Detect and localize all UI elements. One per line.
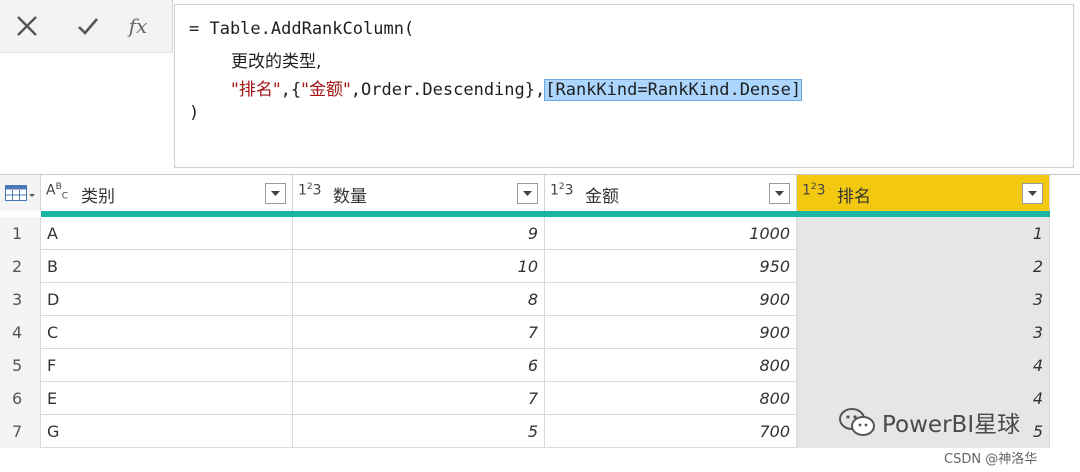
- quantity-cell[interactable]: 9: [293, 217, 545, 250]
- rank-cell[interactable]: 2: [797, 250, 1050, 283]
- rank-cell[interactable]: 3: [797, 316, 1050, 349]
- table-icon: [5, 185, 35, 201]
- formula-line-2: 更改的类型,: [231, 52, 322, 72]
- category-cell[interactable]: D: [41, 283, 293, 316]
- table-row[interactable]: 4 C 7 900 3: [0, 316, 1050, 349]
- amount-cell[interactable]: 900: [545, 316, 797, 349]
- column-name: 金额: [585, 187, 619, 207]
- row-number[interactable]: 4: [0, 316, 41, 349]
- table-row[interactable]: 3 D 8 900 3: [0, 283, 1050, 316]
- cancel-icon[interactable]: [11, 10, 43, 42]
- chevron-down-icon: [271, 190, 280, 196]
- formula-separator: ,{: [280, 80, 302, 100]
- rank-cell[interactable]: 4: [797, 349, 1050, 382]
- amount-cell[interactable]: 800: [545, 382, 797, 415]
- rank-cell[interactable]: 1: [797, 217, 1050, 250]
- quantity-cell[interactable]: 7: [293, 382, 545, 415]
- table-row[interactable]: 2 B 10 950 2: [0, 250, 1050, 283]
- category-cell[interactable]: B: [41, 250, 293, 283]
- column-header-category[interactable]: ABC 类别: [41, 175, 293, 211]
- filter-dropdown-button[interactable]: [517, 183, 538, 204]
- formula-area: fx = Table.AddRankColumn( 更改的类型, "排名",{"…: [0, 0, 1080, 172]
- amount-cell[interactable]: 800: [545, 349, 797, 382]
- amount-cell[interactable]: 900: [545, 283, 797, 316]
- fx-icon[interactable]: fx: [122, 10, 154, 42]
- filter-dropdown-button[interactable]: [1022, 183, 1043, 204]
- filter-dropdown-button[interactable]: [265, 183, 286, 204]
- number-type-icon: 123: [802, 182, 826, 199]
- number-type-icon: 123: [550, 182, 574, 199]
- quantity-cell[interactable]: 10: [293, 250, 545, 283]
- column-header-amount[interactable]: 123 金额: [545, 175, 797, 211]
- rank-kind-highlight: [RankKind=RankKind.Dense]: [544, 79, 803, 101]
- amount-cell[interactable]: 700: [545, 415, 797, 448]
- row-number[interactable]: 7: [0, 415, 41, 448]
- quantity-cell[interactable]: 5: [293, 415, 545, 448]
- commit-icon[interactable]: [72, 10, 104, 42]
- column-name: 类别: [81, 187, 115, 207]
- formula-editor[interactable]: = Table.AddRankColumn( 更改的类型, "排名",{"金额"…: [174, 4, 1074, 168]
- column-header-rank[interactable]: 123 排名: [797, 175, 1050, 211]
- chevron-down-icon: [1028, 190, 1037, 196]
- number-type-icon: 123: [298, 182, 322, 199]
- text-type-icon: ABC: [46, 182, 69, 202]
- row-number[interactable]: 2: [0, 250, 41, 283]
- quantity-cell[interactable]: 8: [293, 283, 545, 316]
- quantity-cell[interactable]: 7: [293, 316, 545, 349]
- table-row[interactable]: 1 A 9 1000 1: [0, 217, 1050, 250]
- formula-line-3: "排名",{"金额",Order.Descending},[RankKind=R…: [231, 75, 803, 101]
- row-number[interactable]: 3: [0, 283, 41, 316]
- sort-column-string: "金额": [301, 80, 351, 100]
- rank-column-name-string: "排名": [231, 80, 281, 100]
- wechat-icon: [839, 408, 875, 436]
- row-number[interactable]: 5: [0, 349, 41, 382]
- category-cell[interactable]: E: [41, 382, 293, 415]
- category-cell[interactable]: G: [41, 415, 293, 448]
- row-number[interactable]: 1: [0, 217, 41, 250]
- formula-line-1: = Table.AddRankColumn(: [189, 19, 415, 39]
- watermark-text: PowerBI星球: [882, 412, 1021, 438]
- amount-cell[interactable]: 1000: [545, 217, 797, 250]
- column-name: 数量: [333, 187, 367, 207]
- amount-cell[interactable]: 950: [545, 250, 797, 283]
- column-header-quantity[interactable]: 123 数量: [293, 175, 545, 211]
- credit-text: CSDN @神洛华: [944, 452, 1038, 467]
- quantity-cell[interactable]: 6: [293, 349, 545, 382]
- formula-order-arg: ,Order.Descending},: [350, 80, 546, 100]
- rank-cell[interactable]: 3: [797, 283, 1050, 316]
- chevron-down-icon: [775, 190, 784, 196]
- category-cell[interactable]: A: [41, 217, 293, 250]
- formula-toolbar: fx: [0, 0, 173, 53]
- row-number[interactable]: 6: [0, 382, 41, 415]
- watermark: PowerBI星球: [838, 405, 1020, 439]
- table-menu-button[interactable]: [0, 175, 41, 211]
- table-row[interactable]: 5 F 6 800 4: [0, 349, 1050, 382]
- chevron-down-icon: [523, 190, 532, 196]
- filter-dropdown-button[interactable]: [769, 183, 790, 204]
- category-cell[interactable]: C: [41, 316, 293, 349]
- column-name: 排名: [837, 187, 871, 207]
- formula-line-4: ): [189, 103, 200, 123]
- category-cell[interactable]: F: [41, 349, 293, 382]
